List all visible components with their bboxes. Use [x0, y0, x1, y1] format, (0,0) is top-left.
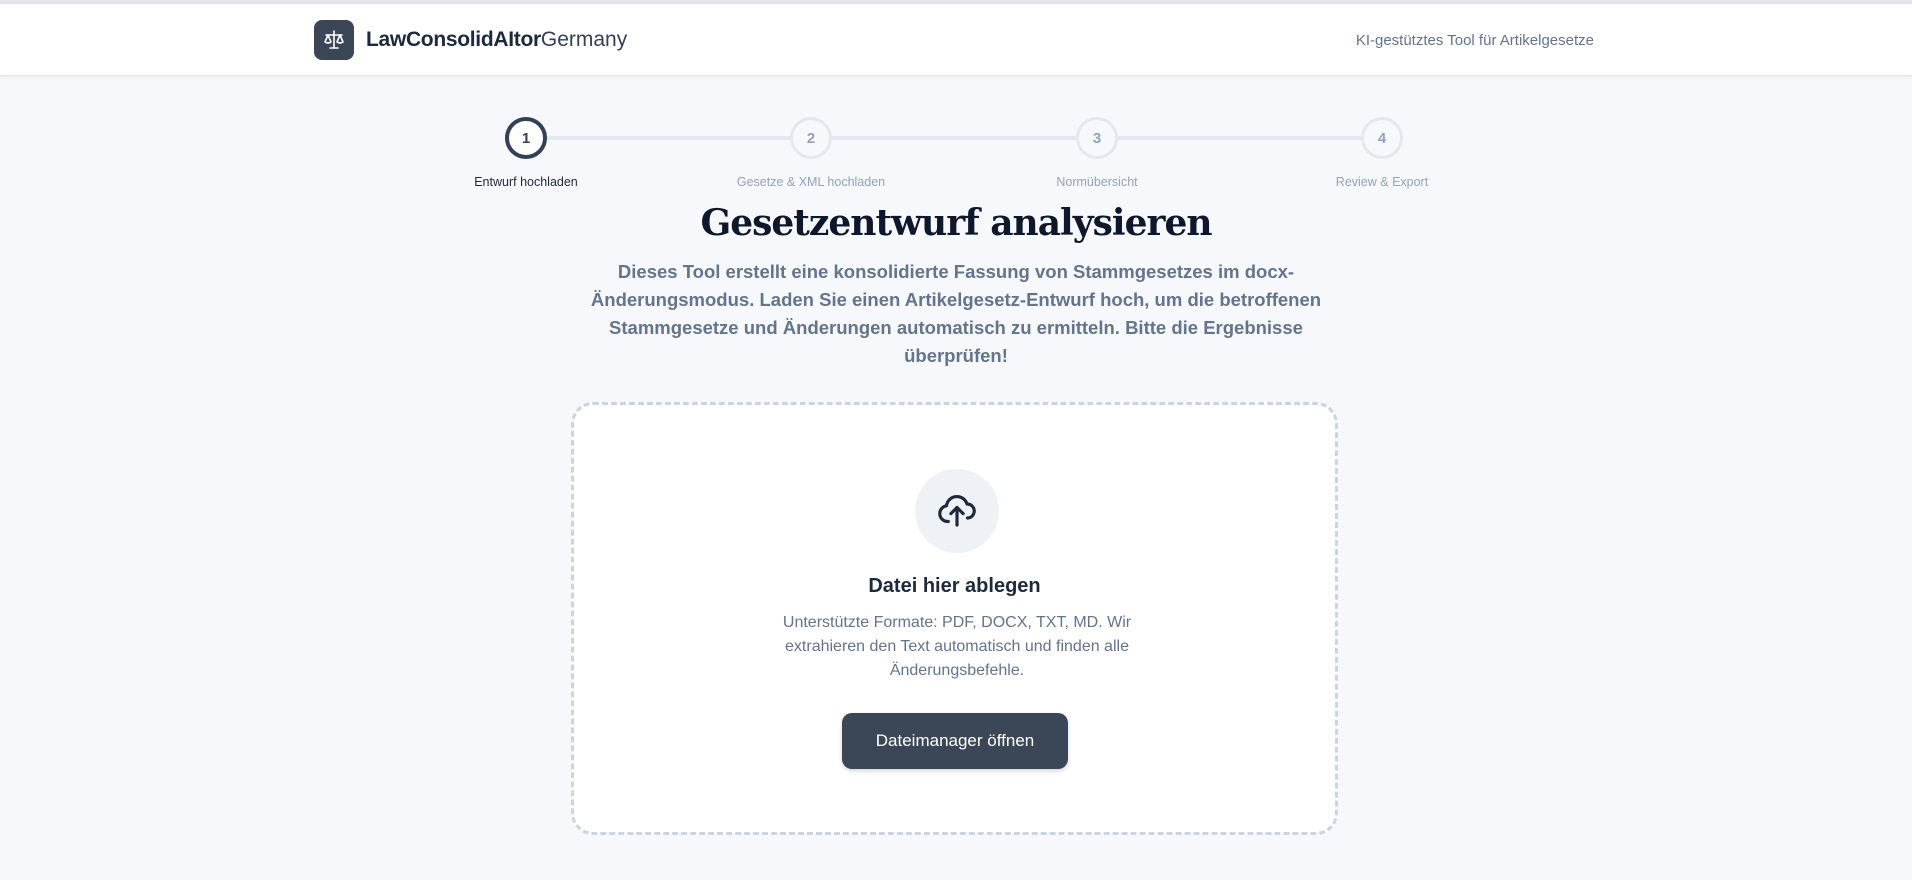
file-dropzone[interactable]: Datei hier ablegen Unterstützte Formate:… [571, 402, 1338, 835]
step-4-number: 4 [1361, 117, 1403, 159]
page-intro: Dieses Tool erstellt eine konsolidierte … [590, 261, 1322, 366]
step-3[interactable]: 3 Normübersicht [997, 116, 1197, 189]
app-header: LawConsolidAItorGermany KI-gestütztes To… [0, 4, 1912, 76]
step-1-number: 1 [505, 117, 547, 159]
brand-name-light: Germany [540, 28, 628, 51]
open-file-manager-button[interactable]: Dateimanager öffnen [842, 713, 1068, 769]
step-4-label: Review & Export [1335, 175, 1429, 189]
dropzone-description: Unterstützte Formate: PDF, DOCX, TXT, MD… [782, 614, 1132, 679]
brand[interactable]: LawConsolidAItorGermany [314, 20, 627, 60]
step-1-label: Entwurf hochladen [474, 175, 578, 189]
step-3-number: 3 [1076, 117, 1118, 159]
step-4[interactable]: 4 Review & Export [1282, 116, 1482, 189]
scales-icon [314, 20, 354, 60]
brand-name-bold: LawConsolidAItor [366, 28, 541, 51]
step-3-label: Normübersicht [1056, 175, 1138, 189]
step-2[interactable]: 2 Gesetze & XML hochladen [711, 116, 911, 189]
step-2-number: 2 [790, 117, 832, 159]
cloud-upload-icon [915, 469, 999, 553]
page-title: Gesetzentwurf analysieren [700, 202, 1212, 244]
brand-name: LawConsolidAItorGermany [366, 28, 627, 52]
progress-stepper: 1 Entwurf hochladen 2 Gesetze & XML hoch… [0, 116, 1912, 196]
step-2-label: Gesetze & XML hochladen [736, 175, 886, 189]
dropzone-title: Datei hier ablegen [868, 575, 1041, 597]
step-1[interactable]: 1 Entwurf hochladen [426, 116, 626, 189]
header-tagline: KI-gestütztes Tool für Artikelgesetze [1355, 32, 1594, 49]
